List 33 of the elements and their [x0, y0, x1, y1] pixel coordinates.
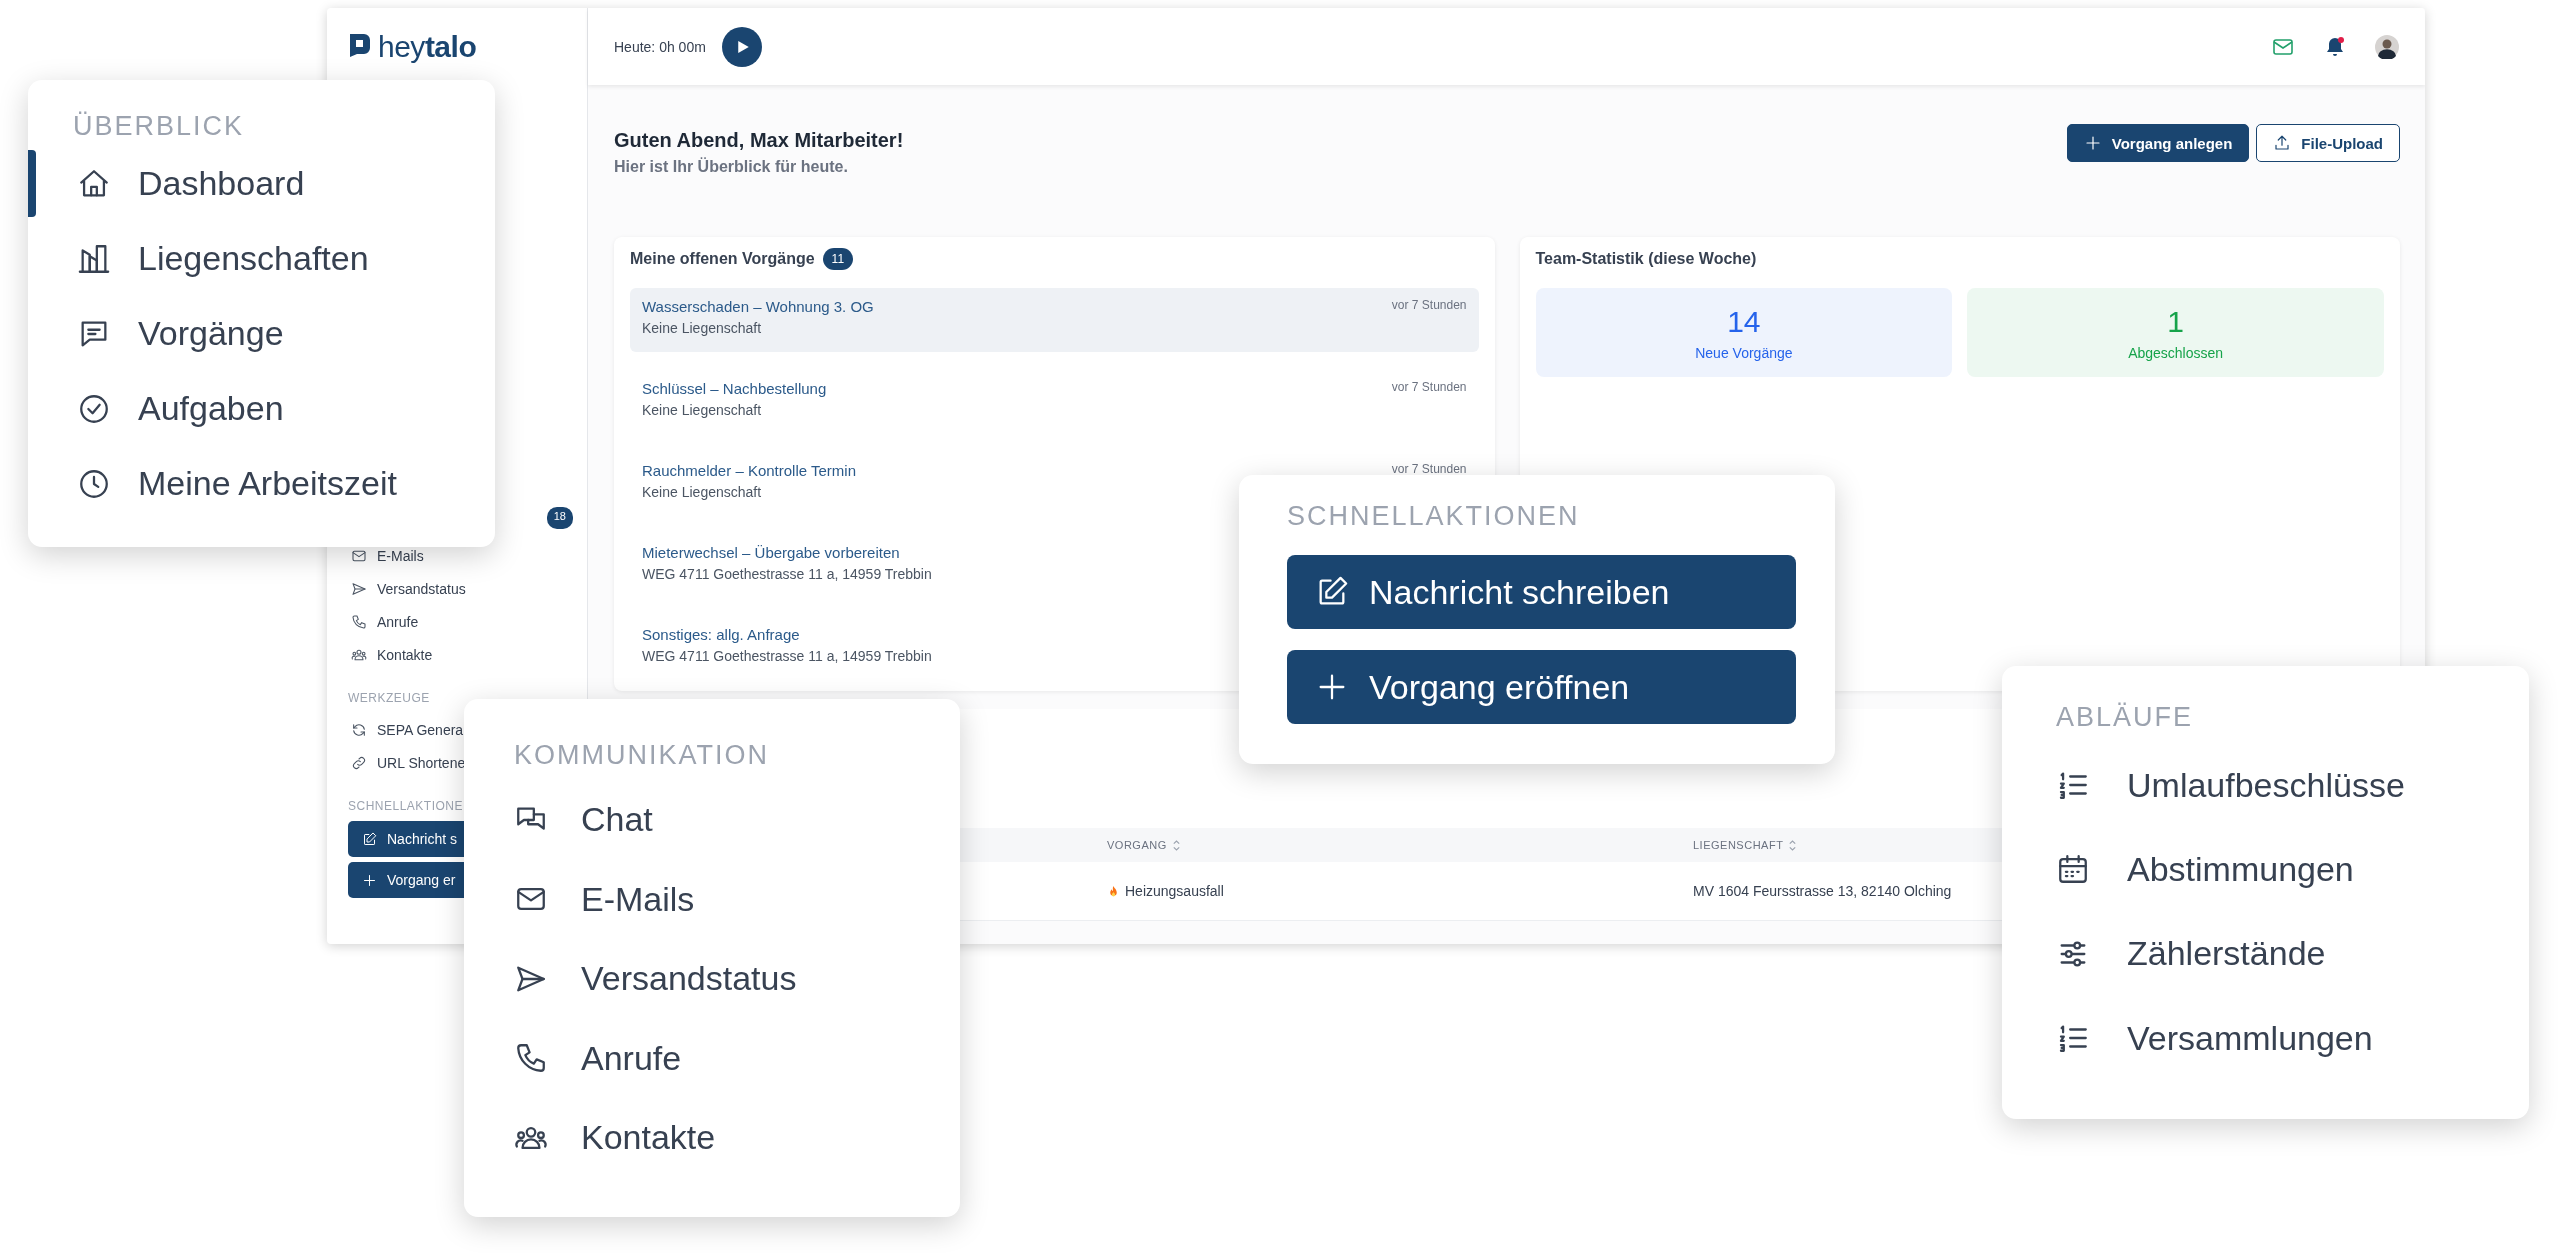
case-property: WEG 4711 Goethestrasse 11 a, 14959 Trebbin — [642, 648, 932, 664]
menu-heading: ÜBERBLICK — [72, 110, 246, 142]
case-title: Schlüssel – Nachbestellung — [642, 380, 827, 397]
greeting-title: Guten Abend, Max Mitarbeiter! — [614, 129, 904, 152]
count-badge: 11 — [822, 248, 854, 270]
case-title: Mieterwechsel – Übergabe vorbereiten — [642, 544, 901, 561]
case-property: Keine Liegenschaft — [642, 320, 763, 336]
menu-heading: KOMMUNIKATION — [514, 739, 770, 771]
stat-label: Neue Vorgänge — [1695, 344, 1793, 361]
card-title: Meine offenen Vorgänge — [630, 250, 815, 268]
stat-value: 1 — [2167, 304, 2184, 339]
case-title: Sonstiges: allg. Anfrage — [642, 626, 801, 643]
case-time: vor 7 Stunden — [1391, 380, 1467, 394]
card-title: Team-Statistik (diese Woche) — [1535, 250, 1757, 268]
count-badge: 18 — [546, 507, 573, 529]
timer-text: Heute: 0h 00m — [614, 38, 706, 55]
case-title: Wasserschaden – Wohnung 3. OG — [642, 298, 874, 315]
section-heading: WERKZEUGE — [348, 690, 431, 707]
logo-text: heytalo — [378, 29, 477, 64]
table-cell: Heizungsausfall — [1125, 883, 1224, 899]
case-property: Keine Liegenschaft — [642, 484, 763, 500]
stat-label: Abgeschlossen — [2128, 344, 2224, 361]
case-title: Rauchmelder – Kontrolle Termin — [642, 462, 856, 479]
case-property: WEG 4711 Goethestrasse 11 a, 14959 Trebbin — [642, 566, 932, 582]
stat-value: 14 — [1727, 304, 1761, 339]
case-property: Keine Liegenschaft — [642, 402, 763, 418]
menu-heading: ABLÄUFE — [2056, 701, 2195, 733]
case-time: vor 7 Stunden — [1391, 298, 1467, 312]
greeting-subtitle: Hier ist Ihr Überblick für heute. — [614, 158, 849, 176]
table-cell-text: MV 1604 Feursstrasse 13, 82140 Olching — [1693, 883, 1953, 899]
section-heading: SCHNELLAKTIONE — [348, 798, 465, 815]
menu-heading: SCHNELLAKTIONEN — [1287, 500, 1581, 532]
case-time: vor 7 Stunden — [1391, 462, 1467, 476]
